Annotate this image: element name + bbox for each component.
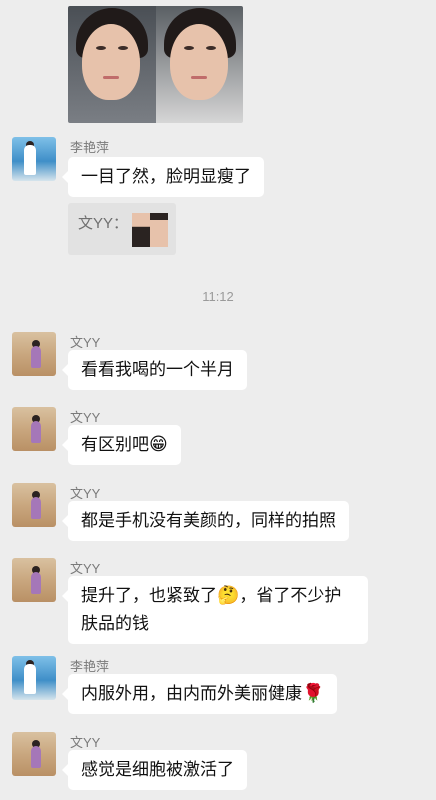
time-divider: 11:12 (202, 289, 234, 304)
avatar[interactable] (12, 558, 56, 602)
message-bubble[interactable]: 感觉是细胞被激活了 (62, 750, 247, 790)
before-photo (68, 6, 156, 123)
message-bubble[interactable]: 看看我喝的一个半月 (62, 350, 247, 390)
message-bubble[interactable]: 有区别吧😁 (62, 425, 181, 465)
sender-name: 文YY (70, 335, 101, 350)
avatar[interactable] (12, 483, 56, 527)
sender-name: 李艳萍 (70, 140, 110, 155)
sender-name: 文YY (70, 410, 101, 425)
sender-name: 文YY (70, 486, 101, 501)
sender-name: 李艳萍 (70, 659, 110, 674)
avatar[interactable] (12, 656, 56, 700)
message-text: 内服外用，由内而外美丽健康 (81, 684, 302, 703)
message-text: 都是手机没有美颜的，同样的拍照 (81, 511, 336, 530)
message-bubble[interactable]: 内服外用，由内而外美丽健康🌹 (61, 674, 338, 714)
grin-emoji-icon: 😁 (149, 434, 168, 455)
message-bubble[interactable]: 提升了，也紧致了🤔，省了不少护肤品的钱 (62, 576, 368, 644)
comparison-photo[interactable] (68, 6, 243, 123)
sender-name: 文YY (70, 735, 101, 750)
avatar[interactable] (12, 407, 56, 451)
quoted-message[interactable]: 文YY： (68, 203, 176, 255)
avatar[interactable] (12, 137, 56, 181)
message-text: 一目了然，脸明显瘦了 (81, 167, 251, 186)
message-text: ，省了不少护 (239, 586, 342, 605)
quote-thumbnail (132, 213, 168, 247)
avatar[interactable] (12, 332, 56, 376)
message-text: 提升了，也紧致了 (81, 586, 217, 605)
rose-emoji-icon: 🌹 (302, 683, 325, 704)
avatar[interactable] (12, 732, 56, 776)
quote-sender: 文YY： (78, 215, 129, 232)
message-bubble[interactable]: 一目了然，脸明显瘦了 (62, 157, 264, 197)
message-text: 肤品的钱 (81, 614, 149, 633)
message-text: 看看我喝的一个半月 (81, 360, 234, 379)
after-photo (155, 6, 243, 123)
thinking-emoji-icon: 🤔 (217, 585, 240, 606)
sender-name: 文YY (70, 561, 101, 576)
message-text: 有区别吧 (81, 435, 149, 454)
message-bubble[interactable]: 都是手机没有美颜的，同样的拍照 (62, 501, 349, 541)
message-text: 感觉是细胞被激活了 (81, 760, 234, 779)
